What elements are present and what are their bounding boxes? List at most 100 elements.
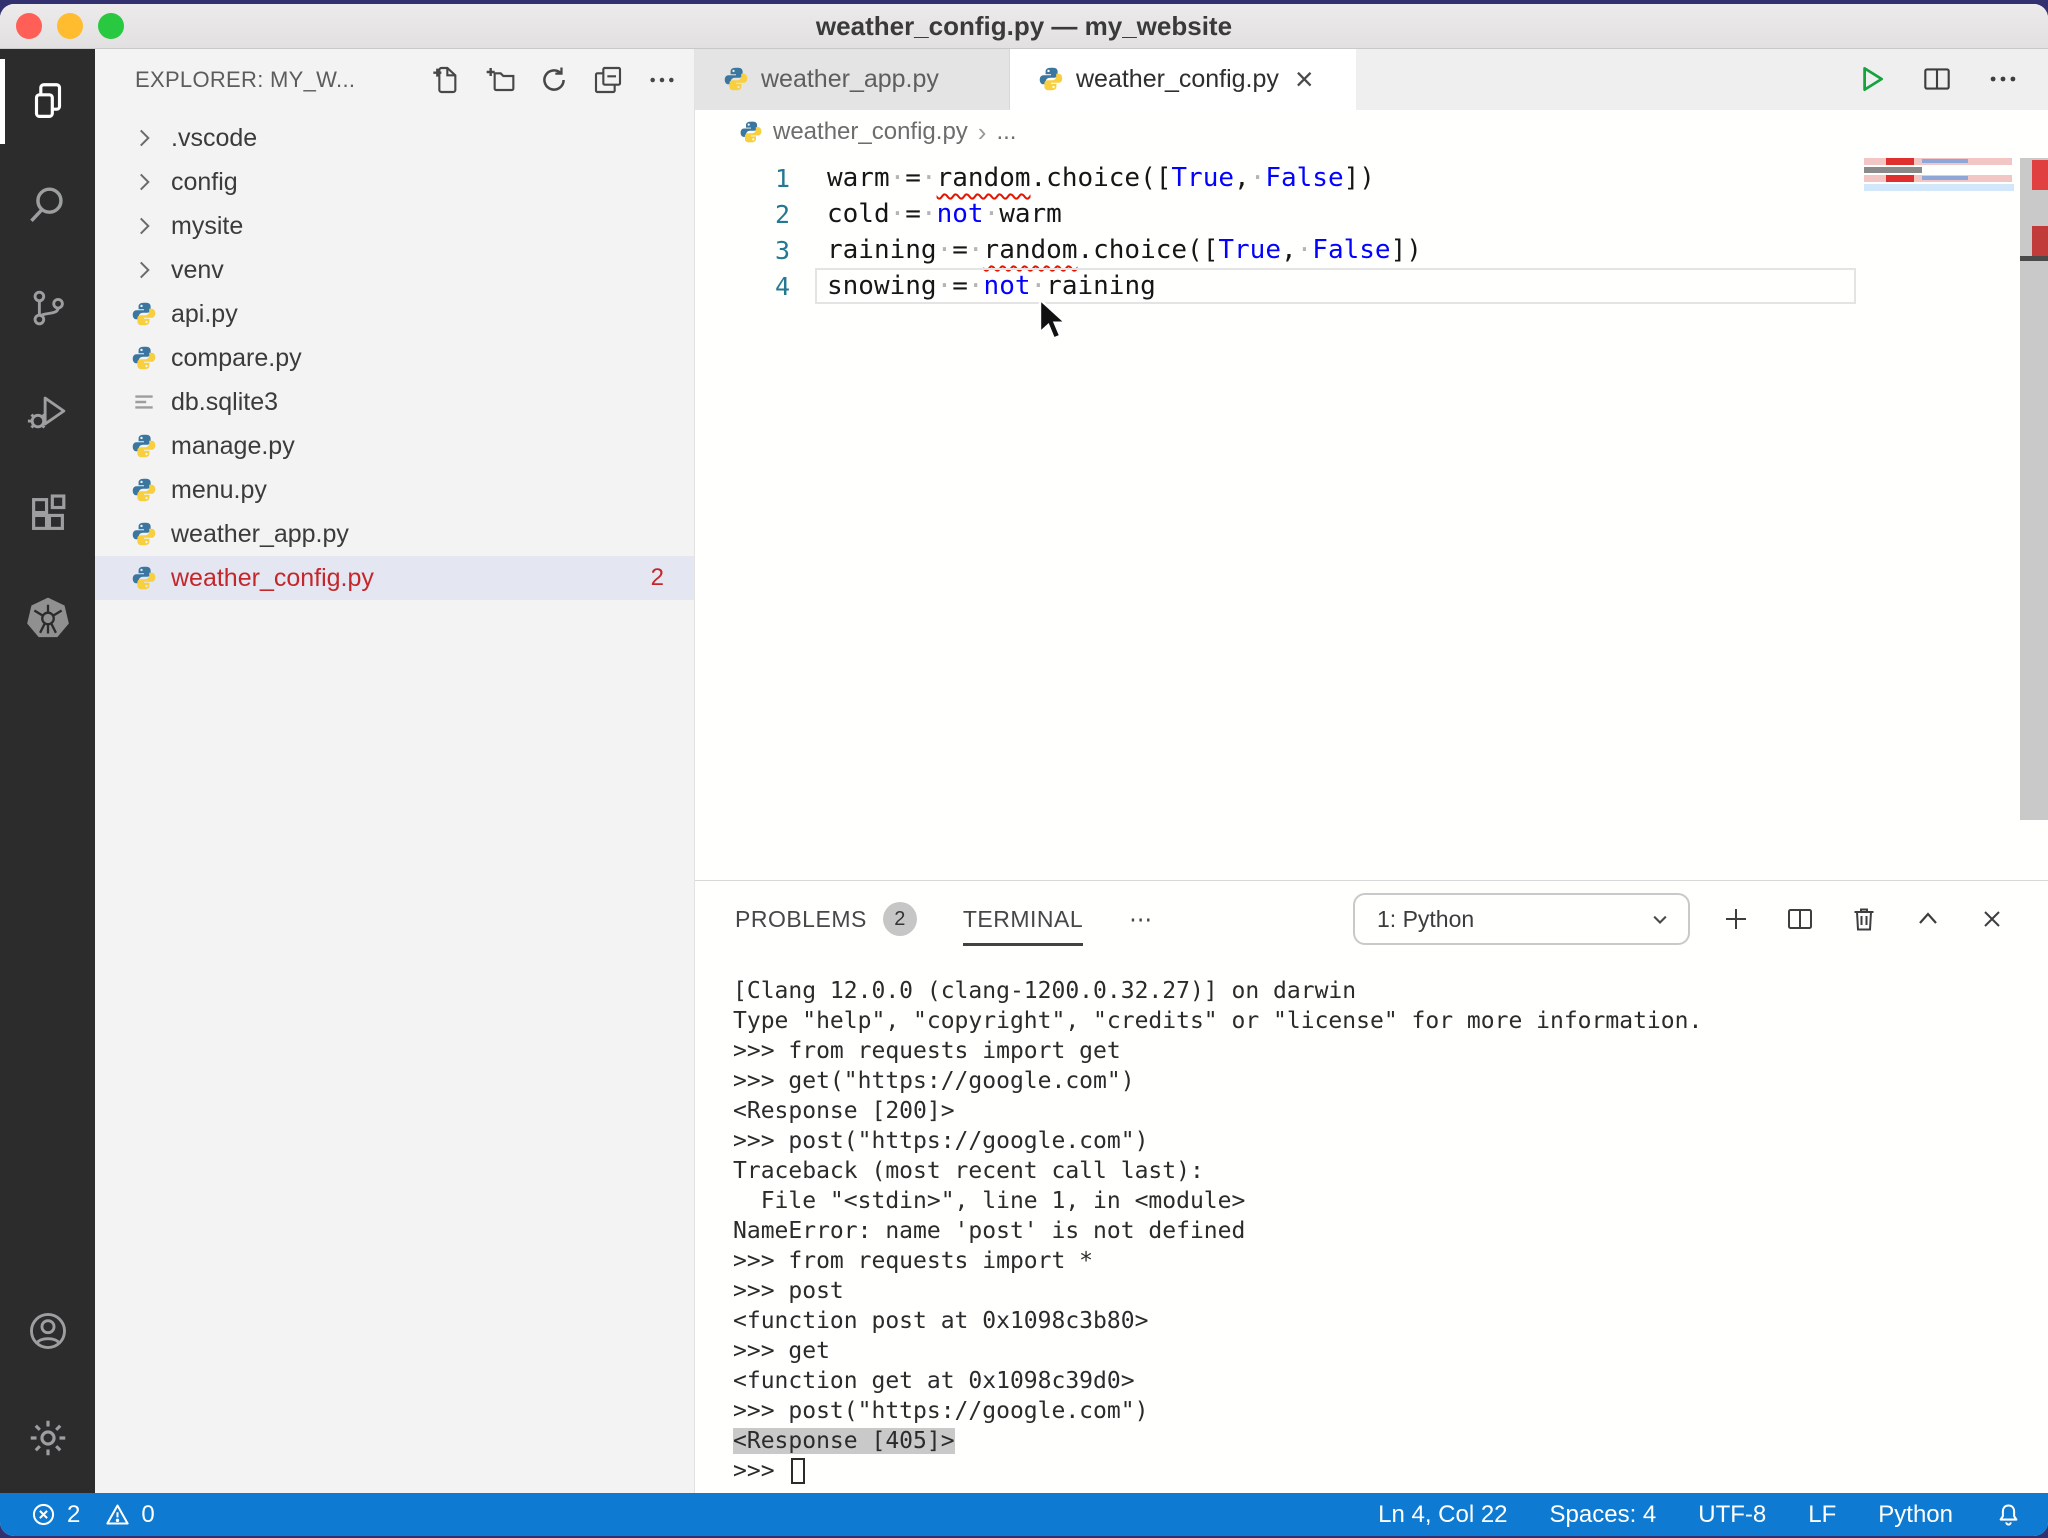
error-marker: [2032, 160, 2048, 190]
terminal-cursor: [791, 1458, 805, 1484]
tab-label: weather_app.py: [761, 65, 939, 94]
activity-item-settings[interactable]: [0, 1390, 95, 1485]
split-terminal-icon[interactable]: [1784, 903, 1816, 935]
code-line-2[interactable]: 2cold·=·not·warm: [695, 196, 1862, 232]
status-left: 20: [30, 1493, 155, 1536]
minimap-line: [1864, 175, 2012, 182]
kill-terminal-icon[interactable]: [1848, 903, 1880, 935]
activity-item-kubernetes[interactable]: [0, 569, 95, 664]
panel-tab-problems[interactable]: PROBLEMS2: [735, 881, 917, 957]
close-tab-icon[interactable]: ×: [1295, 63, 1314, 95]
sidebar-item-compare-py[interactable]: compare.py: [95, 336, 694, 380]
error-count-badge: 2: [651, 564, 694, 592]
ruler-divider: [2020, 256, 2048, 261]
bell-icon[interactable]: [1995, 1501, 2022, 1528]
status-item[interactable]: Ln 4, Col 22: [1378, 1501, 1507, 1529]
sidebar-item-db-sqlite3[interactable]: db.sqlite3: [95, 380, 694, 424]
search-icon: [25, 182, 71, 228]
status-item[interactable]: Python: [1878, 1501, 1953, 1529]
terminal-line: [Clang 12.0.0 (clang-1200.0.32.27)] on d…: [733, 976, 2028, 1006]
zoom-window-button[interactable]: [98, 13, 124, 39]
file-label: config: [171, 168, 238, 197]
sidebar-item-api-py[interactable]: api.py: [95, 292, 694, 336]
chevron-right-icon: [131, 257, 157, 283]
accounts-icon: [25, 1308, 71, 1354]
python-icon: [131, 301, 157, 327]
activity-item-source-control[interactable]: [0, 260, 95, 355]
code-text: snowing·=·not·raining: [790, 271, 1156, 301]
chevron-down-icon: [1646, 905, 1674, 933]
sidebar-item-config[interactable]: config: [95, 160, 694, 204]
file-label: venv: [171, 256, 224, 285]
python-icon: [131, 565, 157, 591]
breadcrumb-file[interactable]: weather_config.py: [773, 118, 968, 146]
terminal-line: >>> post("https://google.com"): [733, 1396, 2028, 1426]
sidebar-item-weather-config-py[interactable]: weather_config.py2: [95, 556, 694, 600]
terminal-line: <function post at 0x1098c3b80>: [733, 1306, 2028, 1336]
minimap-line: [1864, 158, 2012, 165]
panel-tab-terminal[interactable]: TERMINAL: [963, 881, 1083, 957]
status-count: 2: [67, 1501, 80, 1529]
activity-bar-bottom: [0, 1283, 95, 1485]
sidebar-item-weather-app-py[interactable]: weather_app.py: [95, 512, 694, 556]
minimize-window-button[interactable]: [57, 13, 83, 39]
explorer-icon: [25, 79, 71, 125]
panel-controls: 1: Python: [1353, 881, 2048, 957]
breadcrumb[interactable]: weather_config.py › ...: [695, 110, 2048, 154]
code-line-4[interactable]: 4snowing·=·not·raining: [695, 268, 1862, 304]
new-terminal-icon[interactable]: [1720, 903, 1752, 935]
shell-select-value: 1: Python: [1377, 906, 1474, 933]
editor-actions: [1854, 48, 2020, 110]
line-number: 1: [695, 164, 790, 193]
more-icon[interactable]: [1986, 62, 2020, 96]
close-window-button[interactable]: [16, 13, 42, 39]
status-item[interactable]: UTF-8: [1698, 1501, 1766, 1529]
kubernetes-icon: [25, 594, 71, 640]
status-error-circle[interactable]: 2: [30, 1501, 80, 1529]
terminal[interactable]: [Clang 12.0.0 (clang-1200.0.32.27)] on d…: [733, 976, 2028, 1486]
terminal-line: File "<stdin>", line 1, in <module>: [733, 1186, 2028, 1216]
explorer-title: EXPLORER: MY_W...: [135, 67, 355, 93]
panel-tab-more[interactable]: ⋯: [1129, 881, 1153, 957]
sidebar-item-venv[interactable]: venv: [95, 248, 694, 292]
sidebar-item--vscode[interactable]: .vscode: [95, 116, 694, 160]
close-panel-icon[interactable]: [1976, 903, 2008, 935]
file-label: manage.py: [171, 432, 295, 461]
code-editor[interactable]: 1warm·=·random.choice([True,·False])2col…: [695, 154, 1862, 304]
status-item[interactable]: LF: [1808, 1501, 1836, 1529]
panel-tab-label: TERMINAL: [963, 906, 1083, 933]
activity-item-accounts[interactable]: [0, 1283, 95, 1378]
sidebar-item-mysite[interactable]: mysite: [95, 204, 694, 248]
minimap[interactable]: [1862, 156, 2020, 246]
code-line-1[interactable]: 1warm·=·random.choice([True,·False]): [695, 160, 1862, 196]
sidebar-item-menu-py[interactable]: menu.py: [95, 468, 694, 512]
file-label: weather_app.py: [171, 520, 349, 549]
maximize-panel-icon[interactable]: [1912, 903, 1944, 935]
split-editor-icon[interactable]: [1920, 62, 1954, 96]
explorer-header: EXPLORER: MY_W...: [95, 48, 694, 112]
activity-item-search[interactable]: [0, 157, 95, 252]
collapse-folders-icon[interactable]: [592, 64, 624, 96]
sidebar-item-manage-py[interactable]: manage.py: [95, 424, 694, 468]
status-item[interactable]: Spaces: 4: [1550, 1501, 1657, 1529]
tab-weather-config[interactable]: weather_config.py ×: [1010, 48, 1356, 110]
error-marker: [2032, 226, 2048, 256]
new-folder-icon[interactable]: [484, 64, 516, 96]
activity-item-run-debug[interactable]: [0, 363, 95, 458]
bottom-panel: PROBLEMS2 TERMINAL ⋯ 1: Python [Clang 12.0…: [695, 880, 2048, 1493]
scrollbar-overview-ruler[interactable]: [2020, 158, 2048, 820]
settings-icon: [25, 1415, 71, 1461]
new-file-icon[interactable]: [430, 64, 462, 96]
tab-weather-app[interactable]: weather_app.py: [695, 48, 1010, 110]
file-label: mysite: [171, 212, 243, 241]
more-icon[interactable]: [646, 64, 678, 96]
activity-item-explorer[interactable]: [0, 54, 95, 149]
refresh-icon[interactable]: [538, 64, 570, 96]
status-warning-triangle[interactable]: 0: [104, 1501, 154, 1529]
breadcrumb-more[interactable]: ...: [996, 118, 1016, 146]
activity-item-extensions[interactable]: [0, 466, 95, 561]
run-python-file-icon[interactable]: [1854, 62, 1888, 96]
vscode-window: weather_config.py — my_website EXPLORER:…: [0, 4, 2048, 1536]
terminal-shell-select[interactable]: 1: Python: [1353, 893, 1690, 945]
code-line-3[interactable]: 3raining·=·random.choice([True,·False]): [695, 232, 1862, 268]
